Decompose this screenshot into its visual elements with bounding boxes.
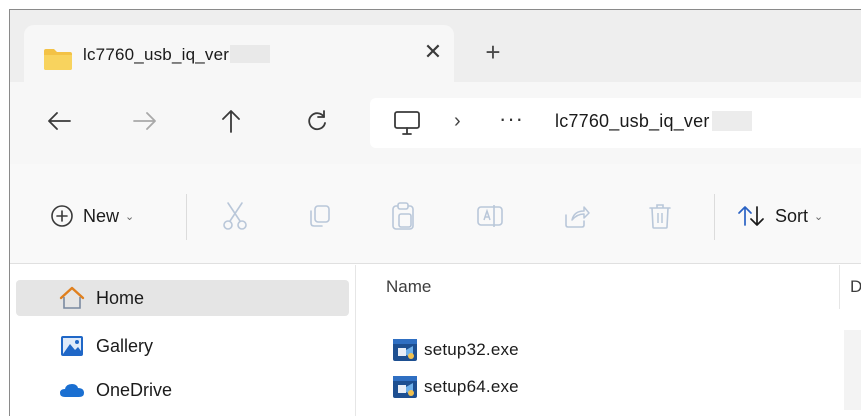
forward-arrow-icon [133,112,156,130]
toolbar-divider [714,194,715,240]
installer-exe-icon [393,339,417,361]
column-header-name[interactable]: Name [386,277,431,297]
tab-title-text: lc7760_usb_iq_ver [83,45,230,64]
sort-arrows-icon [738,206,764,226]
toolbar-divider [186,194,187,240]
copy-button[interactable] [306,200,332,232]
sidebar-item-label: OneDrive [96,379,173,400]
this-pc-icon[interactable] [392,109,422,142]
file-row-setup32[interactable]: setup32.exe [392,335,519,365]
navigation-bar: › ··· lc7760_usb_iq_ver [10,82,861,164]
share-icon [565,206,590,228]
plus-circle-icon [51,205,73,227]
scissors-icon [223,202,247,230]
gallery-icon [61,336,83,356]
sidebar-item-home[interactable]: Home [16,280,349,316]
clipboard-icon [392,202,414,230]
up-button[interactable] [214,104,248,138]
breadcrumb-overflow-button[interactable]: ··· [499,106,524,132]
truncated-column-cells [844,330,861,410]
back-arrow-icon [48,112,71,130]
chevron-down-icon: ⌄ [125,210,135,223]
file-row-setup64[interactable]: setup64.exe [392,372,519,402]
file-list: Name D setup32.exe setup64.exe [356,265,861,416]
sidebar-item-label: Home [96,287,145,308]
new-tab-button[interactable]: + [478,37,508,67]
refresh-button[interactable] [300,104,334,138]
tab-strip: lc7760_usb_iq_ver ✕ + [10,10,861,83]
new-button-label: New [83,205,120,226]
sidebar-item-label: Gallery [96,335,154,356]
onedrive-cloud-icon [60,384,84,397]
tab-current-folder[interactable]: lc7760_usb_iq_ver ✕ [24,25,454,83]
rename-icon [477,205,503,227]
rename-button[interactable] [476,200,504,232]
breadcrumb-current-folder-text: lc7760_usb_iq_ver [555,111,710,131]
column-header-date[interactable]: D [850,277,861,297]
close-tab-icon[interactable]: ✕ [418,37,448,67]
column-divider[interactable] [839,265,840,309]
address-bar[interactable]: › ··· lc7760_usb_iq_ver [370,98,861,148]
sidebar-item-gallery[interactable]: Gallery [16,328,349,364]
trash-icon [649,204,671,229]
sort-button-label: Sort [775,205,809,226]
installer-exe-icon [393,376,417,398]
folder-icon [43,47,73,76]
command-bar: New ⌄ Sort ⌄ [10,164,861,264]
delete-button[interactable] [648,200,672,232]
file-explorer-window: lc7760_usb_iq_ver ✕ + › ··· lc7760_usb_i… [9,9,861,416]
sidebar-item-onedrive[interactable]: OneDrive [16,372,349,408]
refresh-icon [308,110,326,131]
new-button[interactable]: New ⌄ [50,200,134,232]
share-button[interactable] [562,200,590,232]
tab-title: lc7760_usb_iq_ver [83,45,271,65]
file-name: setup32.exe [424,340,519,359]
navigation-pane: Home Gallery OneDrive [10,265,355,416]
paste-button[interactable] [390,200,416,232]
up-arrow-icon [222,110,240,133]
copy-icon [310,205,330,227]
breadcrumb-current-folder[interactable]: lc7760_usb_iq_ver [555,111,752,132]
redacted-text-mask [711,111,752,131]
back-button[interactable] [42,104,76,138]
forward-button[interactable] [128,104,162,138]
sort-button[interactable]: Sort ⌄ [736,200,823,232]
breadcrumb-chevron-icon[interactable]: › [454,110,461,133]
file-name: setup64.exe [424,377,519,396]
cut-button[interactable] [222,200,248,232]
home-icon [59,286,85,309]
chevron-down-icon: ⌄ [814,210,824,223]
redacted-text-mask [230,45,271,63]
